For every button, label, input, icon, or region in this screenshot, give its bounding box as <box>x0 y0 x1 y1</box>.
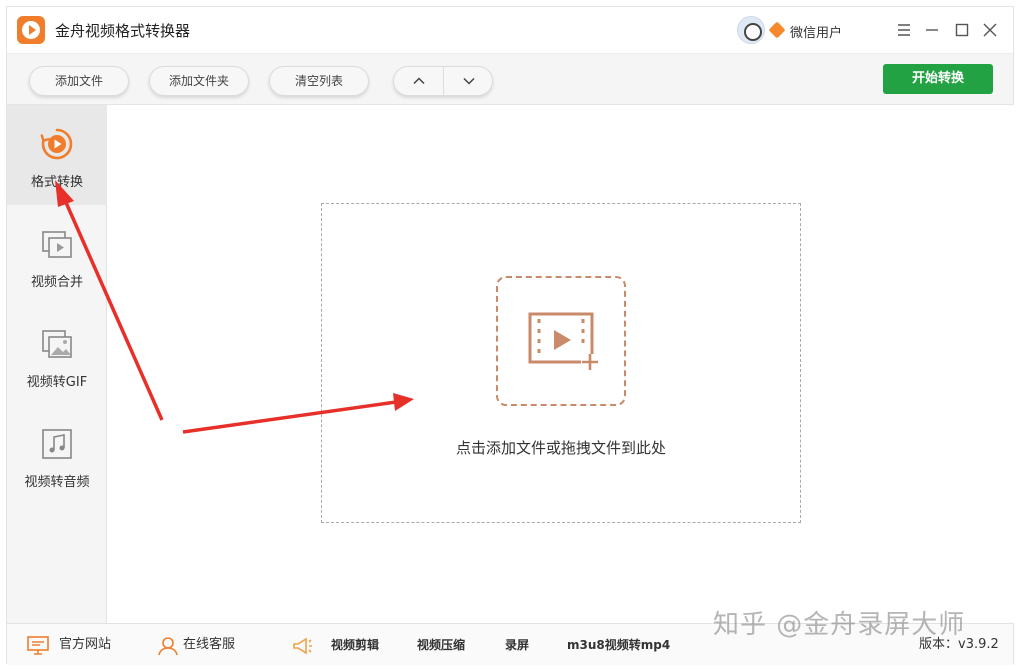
customer-service-icon <box>158 637 178 656</box>
video-compress-link[interactable]: 视频压缩 <box>417 624 465 666</box>
add-video-icon-box[interactable] <box>496 276 626 406</box>
sidebar-item-label: 视频转音频 <box>24 475 90 490</box>
m3u8-to-mp4-link[interactable]: m3u8视频转mp4 <box>567 624 670 666</box>
main-area: 点击添加文件或拖拽文件到此处 <box>108 105 1014 623</box>
user-name[interactable]: 微信用户 <box>790 22 842 41</box>
app-title: 金舟视频格式转换器 <box>55 22 191 40</box>
drop-hint-text: 点击添加文件或拖拽文件到此处 <box>455 439 666 457</box>
promo-megaphone-icon <box>293 637 312 655</box>
watermark-text: 知乎 @金舟录屏大师 <box>713 610 966 640</box>
minimize-icon[interactable] <box>921 19 943 41</box>
chevron-down-icon <box>463 77 475 85</box>
add-folder-button[interactable]: 添加文件夹 <box>149 66 249 96</box>
clear-list-button[interactable]: 清空列表 <box>269 66 369 96</box>
sidebar: 格式转换 视频合并 视频转GIF 视频转音频 <box>7 105 107 623</box>
sidebar-item-format-convert[interactable]: 格式转换 <box>7 105 107 205</box>
sidebar-item-label: 视频合并 <box>30 275 83 290</box>
maximize-icon[interactable] <box>951 19 973 41</box>
menu-icon[interactable] <box>893 19 915 41</box>
sidebar-item-label: 格式转换 <box>30 175 83 190</box>
app-logo-icon <box>17 16 45 44</box>
vip-diamond-icon <box>768 21 786 39</box>
sidebar-item-label: 视频转GIF <box>26 375 88 390</box>
video-to-audio-icon <box>42 429 72 459</box>
chevron-up-icon <box>413 77 425 85</box>
format-convert-icon <box>40 128 73 160</box>
close-icon[interactable] <box>979 19 1001 41</box>
move-up-button[interactable] <box>394 67 444 95</box>
sidebar-item-video-merge[interactable]: 视频合并 <box>7 205 107 305</box>
toolbar: 添加文件 添加文件夹 清空列表 开始转换 <box>7 53 1013 105</box>
video-to-gif-icon <box>42 330 72 358</box>
sidebar-item-video-to-gif[interactable]: 视频转GIF <box>7 305 107 405</box>
monitor-icon <box>27 636 49 655</box>
video-merge-icon <box>42 231 72 258</box>
add-file-button[interactable]: 添加文件 <box>29 66 129 96</box>
app-window: 金舟视频格式转换器 微信用户 添加文件 添加文件夹 清空列表 开始转换 格式转换… <box>6 6 1014 666</box>
screen-record-link[interactable]: 录屏 <box>505 624 529 666</box>
official-site-link[interactable]: 官方网站 <box>59 624 111 666</box>
file-drop-zone[interactable]: 点击添加文件或拖拽文件到此处 <box>321 203 801 523</box>
user-avatar[interactable] <box>737 16 765 44</box>
move-down-button[interactable] <box>444 67 494 95</box>
start-convert-button[interactable]: 开始转换 <box>883 64 993 94</box>
video-edit-link[interactable]: 视频剪辑 <box>331 624 379 666</box>
online-service-link[interactable]: 在线客服 <box>183 624 235 666</box>
title-bar: 金舟视频格式转换器 微信用户 <box>7 7 1013 53</box>
sidebar-item-video-to-audio[interactable]: 视频转音频 <box>7 405 107 505</box>
add-video-icon <box>528 312 599 370</box>
move-up-down-group <box>393 66 493 96</box>
